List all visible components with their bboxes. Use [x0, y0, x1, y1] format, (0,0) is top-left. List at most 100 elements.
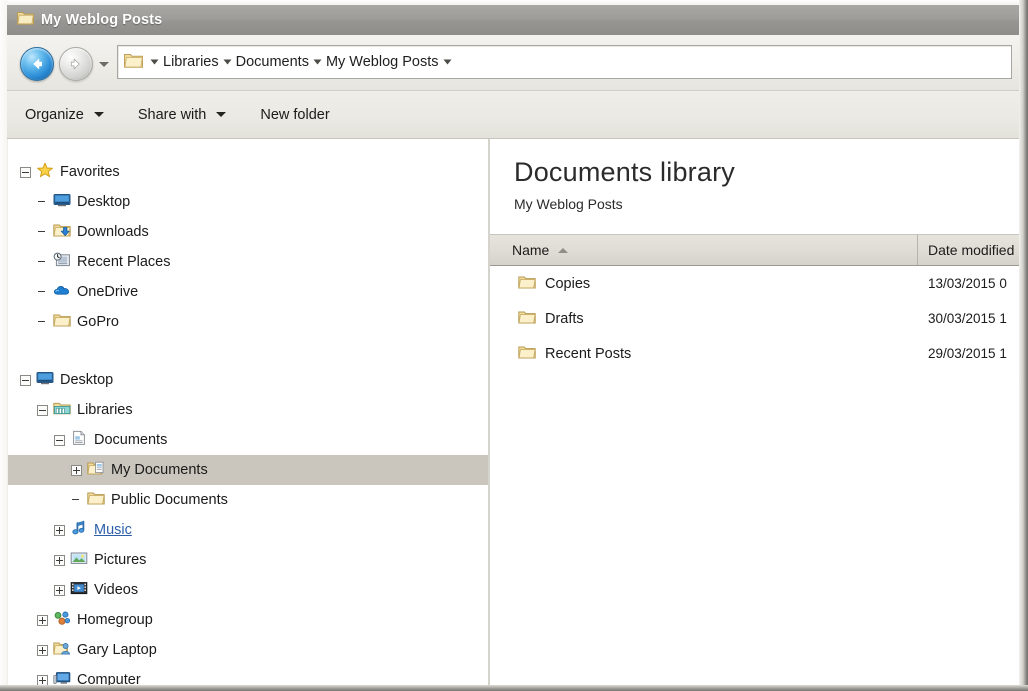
tree-item-label: Recent Places — [77, 253, 171, 270]
desktop-icon — [36, 370, 54, 390]
page-subtitle: My Weblog Posts — [514, 196, 623, 212]
chevron-down-icon — [93, 112, 104, 117]
column-header-row: Name Date modified — [490, 234, 1019, 266]
tree-item-label: GoPro — [77, 313, 119, 330]
command-bar: Organize Share with New folder — [7, 91, 1019, 139]
back-button[interactable] — [20, 47, 54, 81]
chevron-down-icon[interactable] — [99, 62, 109, 67]
tree-item-label: Libraries — [77, 401, 133, 418]
file-list: Copies 13/03/2015 0 Drafts 30/03/2015 1 Rece… — [490, 266, 1019, 371]
tree-item-desktop[interactable]: Desktop — [8, 187, 488, 217]
content-pane: Documents library My Weblog Posts Name D… — [490, 139, 1019, 685]
tree-item-downloads[interactable]: Downloads — [8, 217, 488, 247]
file-name-cell: Recent Posts — [490, 344, 918, 364]
organize-button[interactable]: Organize — [25, 107, 104, 123]
twisty-placeholder — [37, 257, 48, 268]
tree-item-label: OneDrive — [77, 283, 139, 300]
tree-item-my-documents[interactable]: My Documents — [8, 455, 488, 485]
star-icon — [36, 162, 54, 182]
table-row[interactable]: Copies 13/03/2015 0 — [490, 266, 1019, 301]
tree-item-favorites[interactable]: Favorites — [8, 157, 488, 187]
tree-item-libraries[interactable]: Libraries — [8, 395, 488, 425]
tree-group-gap — [8, 337, 488, 365]
breadcrumb-item-my-weblog-posts[interactable]: My Weblog Posts — [326, 54, 439, 70]
breadcrumb-item-documents[interactable]: Documents — [236, 54, 309, 70]
tree-item-gary-laptop[interactable]: Gary Laptop — [8, 635, 488, 665]
tree-item-computer[interactable]: Computer — [8, 665, 488, 685]
tree-item-onedrive[interactable]: OneDrive — [8, 277, 488, 307]
expand-icon[interactable] — [54, 554, 65, 566]
file-name-label: Copies — [545, 275, 591, 292]
expand-icon[interactable] — [71, 464, 82, 476]
desktop-icon — [53, 192, 71, 212]
file-date-cell: 29/03/2015 1 — [928, 346, 1007, 361]
tree-item-homegroup[interactable]: Homegroup — [8, 605, 488, 635]
tree-item-public-documents[interactable]: Public Documents — [8, 485, 488, 515]
pictures-icon — [70, 550, 88, 570]
forward-button[interactable] — [59, 47, 93, 81]
user-folder-icon — [53, 640, 71, 660]
twisty-placeholder — [71, 495, 82, 506]
tree-item-label: Desktop — [60, 371, 114, 388]
breadcrumb-item-libraries[interactable]: Libraries — [163, 54, 219, 70]
tree-item-music[interactable]: Music — [8, 515, 488, 545]
share-with-label: Share with — [137, 106, 207, 123]
share-with-button[interactable]: Share with — [138, 107, 227, 123]
twisty-placeholder — [37, 197, 48, 208]
tree-item-pictures[interactable]: Pictures — [8, 545, 488, 575]
title-bar: My Weblog Posts — [7, 5, 1019, 35]
folder-icon — [124, 52, 143, 73]
folder-icon — [17, 10, 34, 30]
collapse-icon[interactable] — [20, 166, 31, 178]
downloads-icon — [53, 222, 71, 242]
tree-item-label: Favorites — [60, 163, 120, 180]
column-header-name[interactable]: Name — [490, 235, 918, 265]
table-row[interactable]: Drafts 30/03/2015 1 — [490, 301, 1019, 336]
file-name-cell: Drafts — [490, 309, 918, 329]
folder-tree: Favorites Desktop Downloads Recent Places On… — [8, 139, 488, 685]
breadcrumb-separator-3[interactable] — [443, 59, 452, 65]
expand-icon[interactable] — [37, 674, 48, 685]
document-icon — [70, 430, 88, 450]
address-bar: Libraries Documents My Weblog Posts — [7, 35, 1019, 91]
file-name-label: Recent Posts — [545, 345, 632, 362]
new-folder-button[interactable]: New folder — [260, 107, 329, 123]
tree-item-gopro[interactable]: GoPro — [8, 307, 488, 337]
twisty-placeholder — [37, 317, 48, 328]
collapse-icon[interactable] — [54, 434, 65, 446]
tree-item-label: Downloads — [77, 223, 149, 240]
file-date-cell: 30/03/2015 1 — [928, 311, 1007, 326]
tree-item-label: My Documents — [111, 461, 208, 478]
breadcrumb-separator-0[interactable] — [150, 59, 159, 65]
tree-item-label: Videos — [94, 581, 139, 598]
tree-item-documents[interactable]: Documents — [8, 425, 488, 455]
computer-icon — [53, 670, 71, 685]
breadcrumb-separator-1[interactable] — [223, 59, 232, 65]
window-title: My Weblog Posts — [41, 12, 163, 28]
collapse-icon[interactable] — [20, 374, 31, 386]
table-row[interactable]: Recent Posts 29/03/2015 1 — [490, 336, 1019, 371]
file-name-cell: Copies — [490, 274, 918, 294]
expand-icon[interactable] — [54, 524, 65, 536]
tree-item-label: Gary Laptop — [77, 641, 157, 658]
library-icon — [53, 400, 71, 420]
tree-item-label: Music — [94, 521, 132, 538]
expand-icon[interactable] — [37, 614, 48, 626]
explorer-window: My Weblog Posts Libraries Documents My W… — [0, 0, 1028, 691]
folder-icon — [87, 490, 105, 510]
videos-icon — [70, 580, 88, 600]
file-name-label: Drafts — [545, 310, 584, 327]
breadcrumb[interactable]: Libraries Documents My Weblog Posts — [117, 45, 1012, 79]
navigation-pane[interactable]: Favorites Desktop Downloads Recent Places On… — [8, 139, 488, 685]
twisty-placeholder — [37, 227, 48, 238]
breadcrumb-separator-2[interactable] — [313, 59, 322, 65]
column-header-date-modified[interactable]: Date modified — [918, 235, 1019, 265]
tree-item-recent-places[interactable]: Recent Places — [8, 247, 488, 277]
column-header-name-label: Name — [512, 242, 550, 258]
organize-label: Organize — [25, 106, 84, 123]
expand-icon[interactable] — [37, 644, 48, 656]
collapse-icon[interactable] — [37, 404, 48, 416]
expand-icon[interactable] — [54, 584, 65, 596]
tree-item-videos[interactable]: Videos — [8, 575, 488, 605]
tree-item-desktop[interactable]: Desktop — [8, 365, 488, 395]
